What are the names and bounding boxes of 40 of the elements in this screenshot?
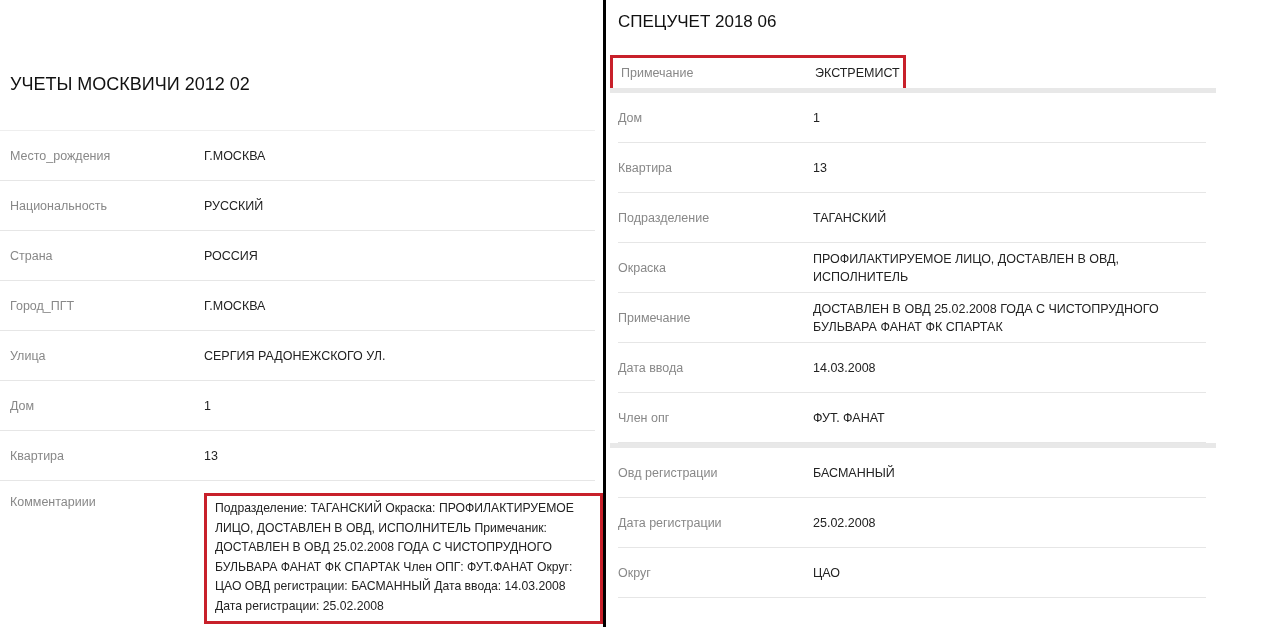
field-label: Дата ввода [618, 360, 685, 375]
field-label: Квартира [9, 448, 66, 463]
field-label: Улица [9, 348, 47, 363]
field-label: Город_ПГТ [9, 298, 76, 313]
field-value: ДОСТАВЛЕН В ОВД 25.02.2008 ГОДА С ЧИСТОПРУДНОГО БУЛЬВАРА ФАНАТ ФК СПАРТАК [813, 300, 1160, 336]
field-label: Дом [9, 398, 36, 413]
field-label: Примечание [620, 66, 695, 80]
field-label: Дата регистрации [618, 515, 723, 530]
field-label: Округ [618, 565, 652, 580]
field-value: ЭКСТРЕМИСТ [815, 65, 901, 82]
field-value: ЦАО [813, 564, 842, 582]
field-value: ФУТ. ФАНАТ [813, 409, 886, 427]
field-label: Страна [9, 248, 54, 263]
field-label: Овд регистрации [618, 465, 719, 480]
field-value: 1 [204, 397, 212, 415]
field-value: 13 [813, 159, 828, 177]
record-title: СПЕЦУЧЕТ 2018 06 [617, 11, 778, 33]
field-value: ПРОФИЛАКТИРУЕМОЕ ЛИЦО, ДОСТАВЛЕН В ОВД, ИСПОЛНИТЕЛЬ [813, 250, 1120, 286]
field-label: Место_рождения [9, 148, 112, 163]
record-title: УЧЕТЫ МОСКВИЧИ 2012 02 [9, 73, 251, 96]
field-label: Примечание [618, 310, 692, 325]
field-value: 1 [813, 109, 821, 127]
field-value: 14.03.2008 [813, 359, 877, 377]
field-value: БАСМАННЫЙ [813, 464, 896, 482]
field-label: Национальность [9, 198, 109, 213]
field-label: Квартира [618, 160, 674, 175]
field-value: СЕРГИЯ РАДОНЕЖСКОГО УЛ. [204, 347, 387, 365]
field-label: Дом [618, 110, 644, 125]
field-value: 13 [204, 447, 219, 465]
field-value: Г.МОСКВА [204, 297, 267, 315]
field-value: РОССИЯ [204, 247, 259, 265]
field-value: ТАГАНСКИЙ [813, 209, 888, 227]
field-value: 25.02.2008 [813, 514, 877, 532]
field-label: Подразделение [618, 210, 711, 225]
field-value: РУССКИЙ [204, 197, 265, 215]
field-value: Г.МОСКВА [204, 147, 267, 165]
field-label: Член опг [618, 410, 671, 425]
field-value: Подразделение: ТАГАНСКИЙ Окраска: ПРОФИЛАКТИРУЕМОЕ ЛИЦО, ДОСТАВЛЕН В ОВД, ИСПОЛНИТЕЛЬ Примечаник: ДОСТАВЛЕН В ОВД 25.02.2008 ГОДА С ЧИСТОПРУДНОГО БУЛЬВАРА ФАНАТ ФК СПАРТАК Член ОПГ: ФУТ.ФАНАТ Округ: ЦАО ОВД регистрации: БАСМАННЫЙ Дата ввода: 14.03.2008 Дата регистрации: 25.02.2008 [204, 493, 603, 624]
field-label: Окраска [618, 260, 668, 275]
field-label: Комментариии [9, 494, 97, 509]
